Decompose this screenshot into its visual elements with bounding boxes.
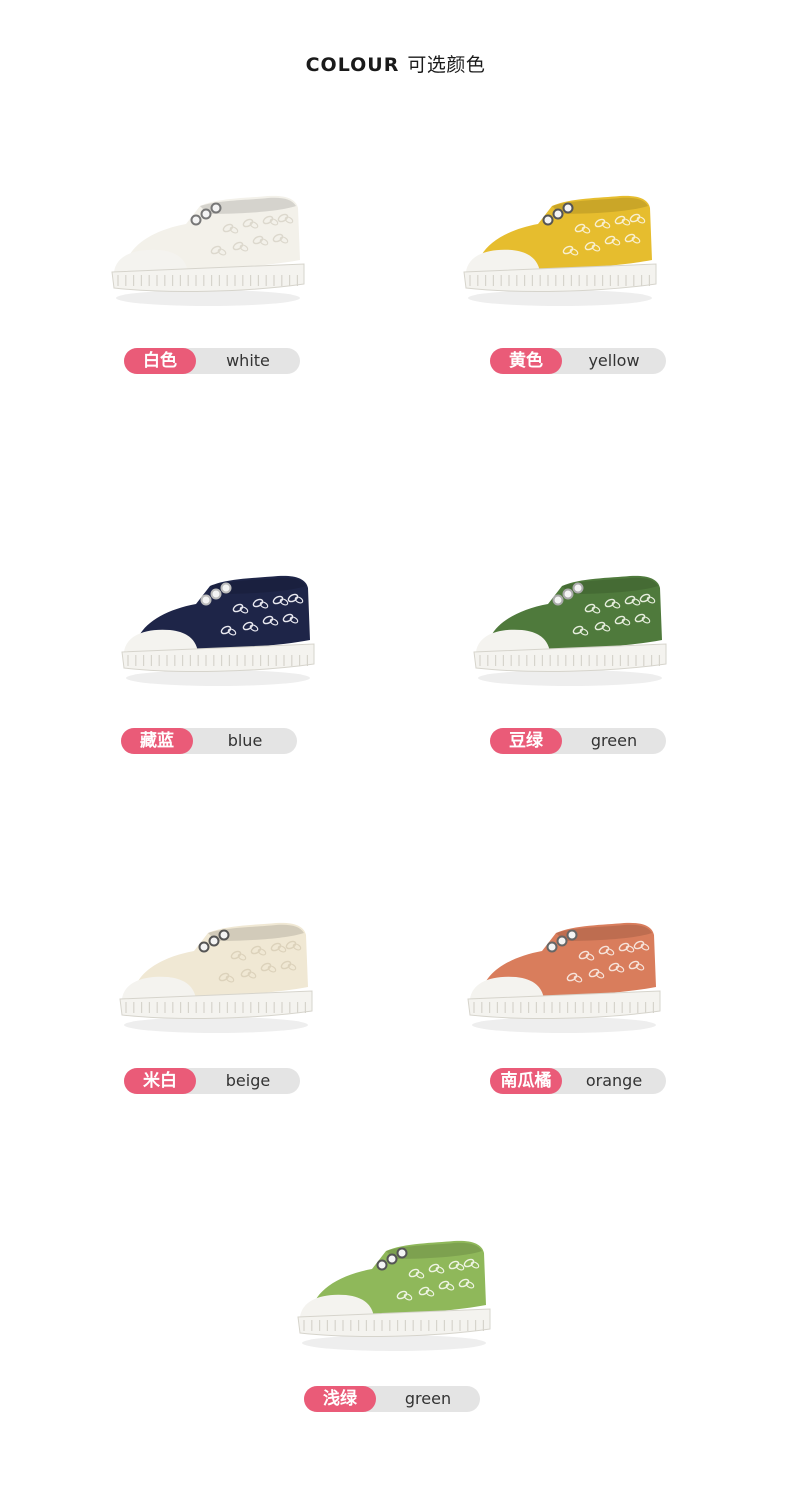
eyelet — [562, 202, 574, 214]
shoe-image — [121, 575, 315, 686]
shoe-image — [297, 1240, 491, 1351]
eyelet — [546, 941, 558, 953]
eyelet — [200, 594, 212, 606]
color-name-cn: 浅绿 — [304, 1386, 376, 1412]
eyelet — [218, 929, 230, 941]
color-option-white[interactable] — [108, 168, 308, 428]
eyelet — [566, 929, 578, 941]
color-name-cn: 南瓜橘 — [490, 1068, 562, 1094]
eyelet — [200, 208, 212, 220]
eyelet — [542, 214, 554, 226]
eyelet — [376, 1259, 388, 1271]
eyelet — [556, 935, 568, 947]
eyelet — [208, 935, 220, 947]
eyelet — [552, 208, 564, 220]
color-name-en: beige — [225, 1071, 271, 1090]
color-option-yellow[interactable] — [460, 168, 660, 428]
color-name-cn: 米白 — [124, 1068, 196, 1094]
color-tag-green[interactable]: 豆绿 green — [490, 728, 666, 754]
color-tag-orange[interactable]: 南瓜橘 orange — [490, 1068, 666, 1094]
color-name-en: white — [226, 351, 270, 370]
heading-en: COLOUR — [305, 54, 400, 76]
shoe-image — [119, 922, 313, 1033]
shoe-shadow — [116, 290, 300, 306]
color-name-en: blue — [227, 731, 263, 750]
eyelet — [572, 582, 584, 594]
eyelet — [220, 582, 232, 594]
eyelet — [190, 214, 202, 226]
color-tag-yellow[interactable]: 黄色 yellow — [490, 348, 666, 374]
shoe-shadow — [124, 1017, 308, 1033]
color-name-cn: 黄色 — [490, 348, 562, 374]
eyelet — [396, 1247, 408, 1259]
color-name-en: orange — [585, 1071, 643, 1090]
color-tag-blue[interactable]: 藏蓝 blue — [121, 728, 297, 754]
shoe-image — [473, 575, 667, 686]
shoe-image — [463, 195, 657, 306]
shoe-shadow — [472, 1017, 656, 1033]
color-option-green[interactable] — [470, 548, 670, 808]
color-option-beige[interactable] — [116, 895, 316, 1155]
color-name-en: green — [404, 1389, 452, 1408]
color-option-blue[interactable] — [118, 548, 318, 808]
color-tag-beige[interactable]: 米白 beige — [124, 1068, 300, 1094]
eyelet — [210, 588, 222, 600]
color-option-light-green[interactable] — [294, 1213, 494, 1473]
eyelet — [562, 588, 574, 600]
color-name-cn: 藏蓝 — [121, 728, 193, 754]
color-name-cn: 白色 — [124, 348, 196, 374]
eyelet — [210, 202, 222, 214]
color-name-cn: 豆绿 — [490, 728, 562, 754]
shoe-shadow — [302, 1335, 486, 1351]
eyelet — [198, 941, 210, 953]
color-tag-light-green[interactable]: 浅绿 green — [304, 1386, 480, 1412]
shoe-shadow — [478, 670, 662, 686]
eyelet — [552, 594, 564, 606]
shoe-shadow — [126, 670, 310, 686]
color-tag-white[interactable]: 白色 white — [124, 348, 300, 374]
shoe-image — [111, 195, 305, 306]
color-name-en: yellow — [588, 351, 640, 370]
shoe-shadow — [468, 290, 652, 306]
color-option-orange[interactable] — [464, 895, 664, 1155]
shoe-image — [467, 922, 661, 1033]
color-name-en: green — [590, 731, 638, 750]
eyelet — [386, 1253, 398, 1265]
heading-zh: 可选颜色 — [407, 54, 486, 76]
page-heading: COLOUR 可选颜色 — [0, 50, 791, 77]
